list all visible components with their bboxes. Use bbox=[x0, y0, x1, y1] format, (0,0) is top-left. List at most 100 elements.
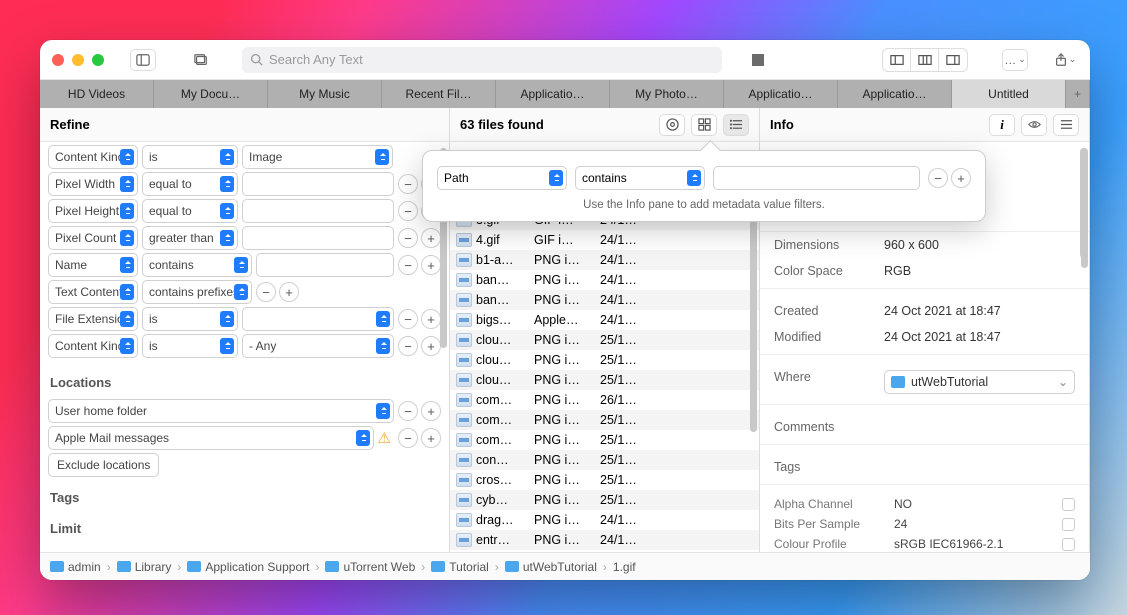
tab[interactable]: Applicatio… bbox=[496, 80, 610, 108]
info-menu-button[interactable] bbox=[1053, 114, 1079, 136]
path-crumb[interactable]: 1.gif bbox=[613, 560, 636, 574]
criterion-value-select[interactable]: - Any bbox=[242, 334, 394, 358]
remove-criterion-button[interactable]: − bbox=[398, 201, 418, 221]
criterion-value-select[interactable]: Image bbox=[242, 145, 393, 169]
criterion-attr-select[interactable]: Pixel Height bbox=[48, 199, 138, 223]
detail-checkbox[interactable] bbox=[1062, 518, 1075, 531]
criterion-op-select[interactable]: is bbox=[142, 334, 238, 358]
close-window-button[interactable] bbox=[52, 54, 64, 66]
criterion-op-select[interactable]: contains prefixes bbox=[142, 280, 252, 304]
detail-checkbox[interactable] bbox=[1062, 498, 1075, 511]
result-row[interactable]: 4.gifGIF i…24/1… bbox=[450, 230, 759, 250]
tab[interactable]: My Music bbox=[268, 80, 382, 108]
criterion-op-select[interactable]: equal to bbox=[142, 172, 238, 196]
zoom-window-button[interactable] bbox=[92, 54, 104, 66]
popover-op-select[interactable]: contains bbox=[575, 166, 705, 190]
result-row[interactable]: ban…PNG i…24/1… bbox=[450, 290, 759, 310]
path-crumb[interactable]: admin bbox=[50, 560, 101, 574]
popover-attr-select[interactable]: Path bbox=[437, 166, 567, 190]
add-criterion-button[interactable]: + bbox=[421, 255, 441, 275]
window-scrollbar[interactable] bbox=[1081, 148, 1088, 268]
add-criterion-button[interactable]: + bbox=[279, 282, 299, 302]
add-criterion-button[interactable]: + bbox=[421, 336, 441, 356]
detail-checkbox[interactable] bbox=[1062, 538, 1075, 551]
criterion-attr-select[interactable]: Pixel Width bbox=[48, 172, 138, 196]
criterion-value-input[interactable] bbox=[242, 226, 394, 250]
criterion-attr-select[interactable]: Text Content bbox=[48, 280, 138, 304]
location-select[interactable]: User home folder bbox=[48, 399, 394, 423]
layout-segmented-control[interactable] bbox=[882, 48, 968, 72]
criterion-op-select[interactable]: is bbox=[142, 145, 238, 169]
new-window-icon[interactable] bbox=[188, 49, 214, 71]
add-filter-button[interactable]: + bbox=[951, 168, 971, 188]
criterion-value-input[interactable] bbox=[242, 172, 394, 196]
path-crumb[interactable]: Library bbox=[117, 560, 172, 574]
criterion-op-select[interactable]: equal to bbox=[142, 199, 238, 223]
criterion-op-select[interactable]: greater than bbox=[142, 226, 238, 250]
actions-menu-button[interactable]: …⌄ bbox=[1002, 49, 1028, 71]
stop-button[interactable] bbox=[752, 54, 764, 66]
result-row[interactable]: com…PNG i…25/1… bbox=[450, 410, 759, 430]
tab[interactable]: Untitled bbox=[952, 80, 1066, 108]
remove-criterion-button[interactable]: − bbox=[398, 336, 418, 356]
result-row[interactable]: bigs…Apple…24/1… bbox=[450, 310, 759, 330]
search-field[interactable]: Search Any Text bbox=[242, 47, 722, 73]
criterion-value-select[interactable] bbox=[242, 307, 394, 331]
tab[interactable]: Applicatio… bbox=[838, 80, 952, 108]
criterion-value-input[interactable] bbox=[256, 253, 394, 277]
minimize-window-button[interactable] bbox=[72, 54, 84, 66]
sidebar-toggle-button[interactable] bbox=[130, 49, 156, 71]
remove-criterion-button[interactable]: − bbox=[398, 174, 418, 194]
remove-criterion-button[interactable]: − bbox=[256, 282, 276, 302]
criterion-attr-select[interactable]: Content Kind bbox=[48, 334, 138, 358]
criterion-op-select[interactable]: contains bbox=[142, 253, 252, 277]
layout-left-icon[interactable] bbox=[883, 49, 911, 71]
result-row[interactable]: com…PNG i…25/1… bbox=[450, 430, 759, 450]
path-crumb[interactable]: Application Support bbox=[187, 560, 309, 574]
result-row[interactable]: cros…PNG i…25/1… bbox=[450, 470, 759, 490]
tab[interactable]: My Photo… bbox=[610, 80, 724, 108]
view-list-button[interactable] bbox=[723, 114, 749, 136]
tab[interactable]: HD Videos bbox=[40, 80, 154, 108]
quicklook-button[interactable] bbox=[1021, 114, 1047, 136]
filter-popover-button[interactable] bbox=[659, 114, 685, 136]
criterion-attr-select[interactable]: Content Kind bbox=[48, 145, 138, 169]
location-select[interactable]: Apple Mail messages bbox=[48, 426, 374, 450]
result-row[interactable]: clou…PNG i…25/1… bbox=[450, 350, 759, 370]
add-criterion-button[interactable]: + bbox=[421, 309, 441, 329]
criterion-attr-select[interactable]: Pixel Count bbox=[48, 226, 138, 250]
criterion-op-select[interactable]: is bbox=[142, 307, 238, 331]
criterion-value-input[interactable] bbox=[242, 199, 394, 223]
path-crumb[interactable]: utWebTutorial bbox=[505, 560, 597, 574]
add-location-button[interactable]: + bbox=[421, 428, 441, 448]
popover-value-input[interactable] bbox=[713, 166, 920, 190]
criterion-attr-select[interactable]: File Extension bbox=[48, 307, 138, 331]
exclude-locations-button[interactable]: Exclude locations bbox=[48, 453, 159, 477]
result-row[interactable]: con…PNG i…25/1… bbox=[450, 450, 759, 470]
result-row[interactable]: com…PNG i…26/1… bbox=[450, 390, 759, 410]
result-row[interactable]: entr…PNG i…24/1… bbox=[450, 530, 759, 550]
tab[interactable]: Applicatio… bbox=[724, 80, 838, 108]
result-row[interactable]: cyb…PNG i…25/1… bbox=[450, 490, 759, 510]
path-crumb[interactable]: Tutorial bbox=[431, 560, 489, 574]
layout-right-icon[interactable] bbox=[939, 49, 967, 71]
share-button[interactable]: ⌄ bbox=[1052, 49, 1078, 71]
view-grid-button[interactable] bbox=[691, 114, 717, 136]
info-button[interactable]: i bbox=[989, 114, 1015, 136]
result-row[interactable]: clou…PNG i…25/1… bbox=[450, 330, 759, 350]
result-row[interactable]: drag…PNG i…24/1… bbox=[450, 510, 759, 530]
where-select[interactable]: utWebTutorial bbox=[884, 370, 1075, 394]
remove-location-button[interactable]: − bbox=[398, 401, 418, 421]
remove-filter-button[interactable]: − bbox=[928, 168, 948, 188]
result-row[interactable]: b1-a…PNG i…24/1… bbox=[450, 250, 759, 270]
remove-criterion-button[interactable]: − bbox=[398, 309, 418, 329]
remove-location-button[interactable]: − bbox=[398, 428, 418, 448]
scrollbar[interactable] bbox=[750, 212, 757, 432]
criterion-attr-select[interactable]: Name bbox=[48, 253, 138, 277]
remove-criterion-button[interactable]: − bbox=[398, 255, 418, 275]
path-crumb[interactable]: uTorrent Web bbox=[325, 560, 415, 574]
add-location-button[interactable]: + bbox=[421, 401, 441, 421]
tab[interactable]: My Docu… bbox=[154, 80, 268, 108]
new-tab-button[interactable]: + bbox=[1066, 80, 1090, 108]
tab[interactable]: Recent Fil… bbox=[382, 80, 496, 108]
